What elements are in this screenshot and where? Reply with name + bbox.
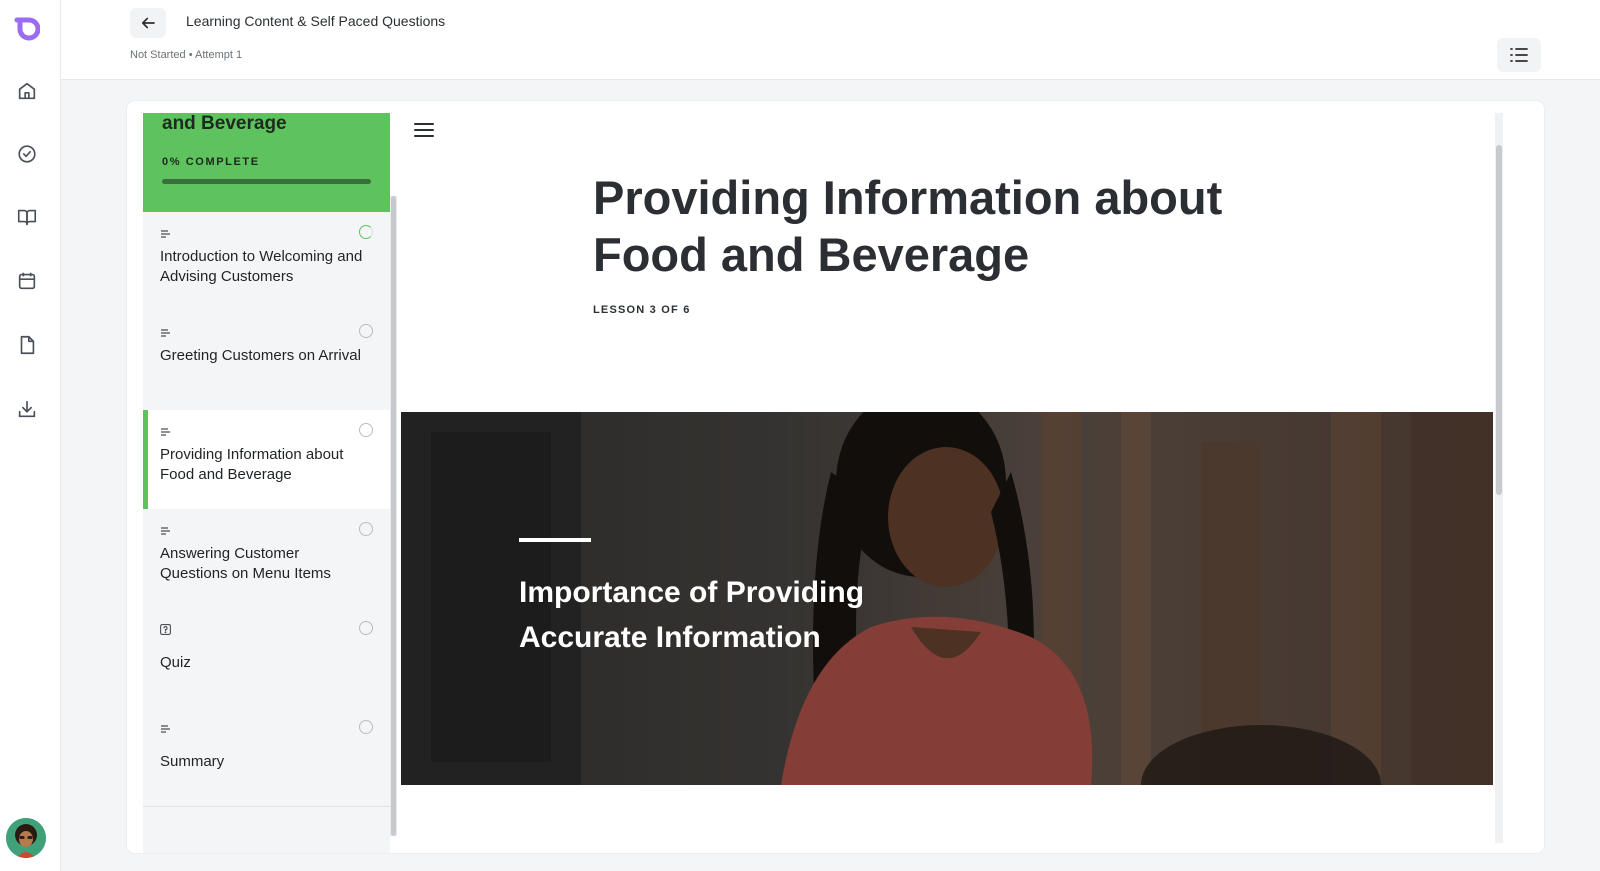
lesson-label: Providing Information about Food and Bev… — [160, 446, 344, 483]
sidebar-scroll-thumb[interactable] — [391, 196, 396, 836]
lesson-label: Answering Customer Questions on Menu Ite… — [160, 545, 331, 582]
page-title: Learning Content & Self Paced Questions — [186, 13, 446, 29]
in-progress-icon — [359, 225, 373, 239]
outline-toggle-button[interactable] — [1497, 38, 1541, 72]
progress-label: 0% COMPLETE — [162, 156, 260, 168]
course-title: and Beverage — [162, 113, 287, 134]
calendar-icon[interactable] — [14, 268, 40, 294]
download-icon[interactable] — [14, 396, 40, 422]
lesson-label: Quiz — [160, 654, 191, 671]
text-lesson-icon — [160, 226, 172, 238]
lesson-card: and Beverage 0% COMPLETE Introduction to… — [127, 101, 1544, 853]
app-logo-icon[interactable] — [12, 14, 41, 42]
course-header: and Beverage 0% COMPLETE — [143, 113, 390, 212]
progress-bar — [162, 179, 371, 184]
text-lesson-icon — [160, 325, 172, 337]
lesson-item-active[interactable]: Providing Information about Food and Bev… — [143, 410, 390, 510]
lesson-label: Introduction to Welcoming and Advising C… — [160, 248, 363, 285]
content-scrollbar[interactable] — [1495, 113, 1503, 843]
not-started-icon — [359, 324, 373, 338]
document-icon[interactable] — [14, 332, 40, 358]
lesson-item[interactable]: Introduction to Welcoming and Advising C… — [143, 212, 390, 312]
text-lesson-icon — [160, 424, 172, 436]
app-rail — [0, 0, 61, 871]
course-sidebar: and Beverage 0% COMPLETE Introduction to… — [143, 113, 390, 853]
avatar[interactable] — [6, 818, 46, 858]
text-lesson-icon — [160, 721, 172, 733]
hero-heading: Importance of Providing Accurate Informa… — [519, 576, 865, 654]
not-started-icon — [359, 621, 373, 635]
book-icon[interactable] — [14, 204, 40, 230]
lesson-counter: LESSON 3 OF 6 — [593, 304, 691, 316]
hero-divider — [519, 538, 591, 542]
list-icon — [1510, 48, 1528, 62]
content-scroll-thumb[interactable] — [1496, 145, 1502, 495]
lesson-item[interactable]: Answering Customer Questions on Menu Ite… — [143, 509, 390, 609]
lesson-item[interactable]: Quiz — [143, 608, 390, 708]
not-started-icon — [359, 720, 373, 734]
sidebar-scrollbar[interactable] — [390, 196, 397, 836]
lesson-item[interactable]: Summary — [143, 707, 390, 807]
not-started-icon — [359, 423, 373, 437]
lesson-label: Greeting Customers on Arrival — [160, 347, 361, 364]
back-button[interactable] — [130, 8, 166, 38]
text-lesson-icon — [160, 523, 172, 535]
hamburger-icon — [414, 123, 434, 137]
lesson-heading: Providing Information about Food and Bev… — [593, 171, 1223, 281]
menu-button[interactable] — [413, 121, 439, 143]
hero-image: Importance of Providing Accurate Informa… — [401, 412, 1493, 785]
lesson-label: Summary — [160, 753, 225, 770]
not-started-icon — [359, 522, 373, 536]
attempt-status: Not Started • Attempt 1 — [130, 49, 243, 61]
top-header: Learning Content & Self Paced Questions … — [61, 0, 1600, 80]
lesson-content: Providing Information about Food and Bev… — [401, 101, 1493, 853]
check-badge-icon[interactable] — [14, 141, 40, 167]
quiz-icon — [160, 622, 172, 635]
arrow-left-icon — [141, 17, 155, 29]
lesson-item[interactable]: Greeting Customers on Arrival — [143, 311, 390, 411]
home-icon[interactable] — [14, 78, 40, 104]
